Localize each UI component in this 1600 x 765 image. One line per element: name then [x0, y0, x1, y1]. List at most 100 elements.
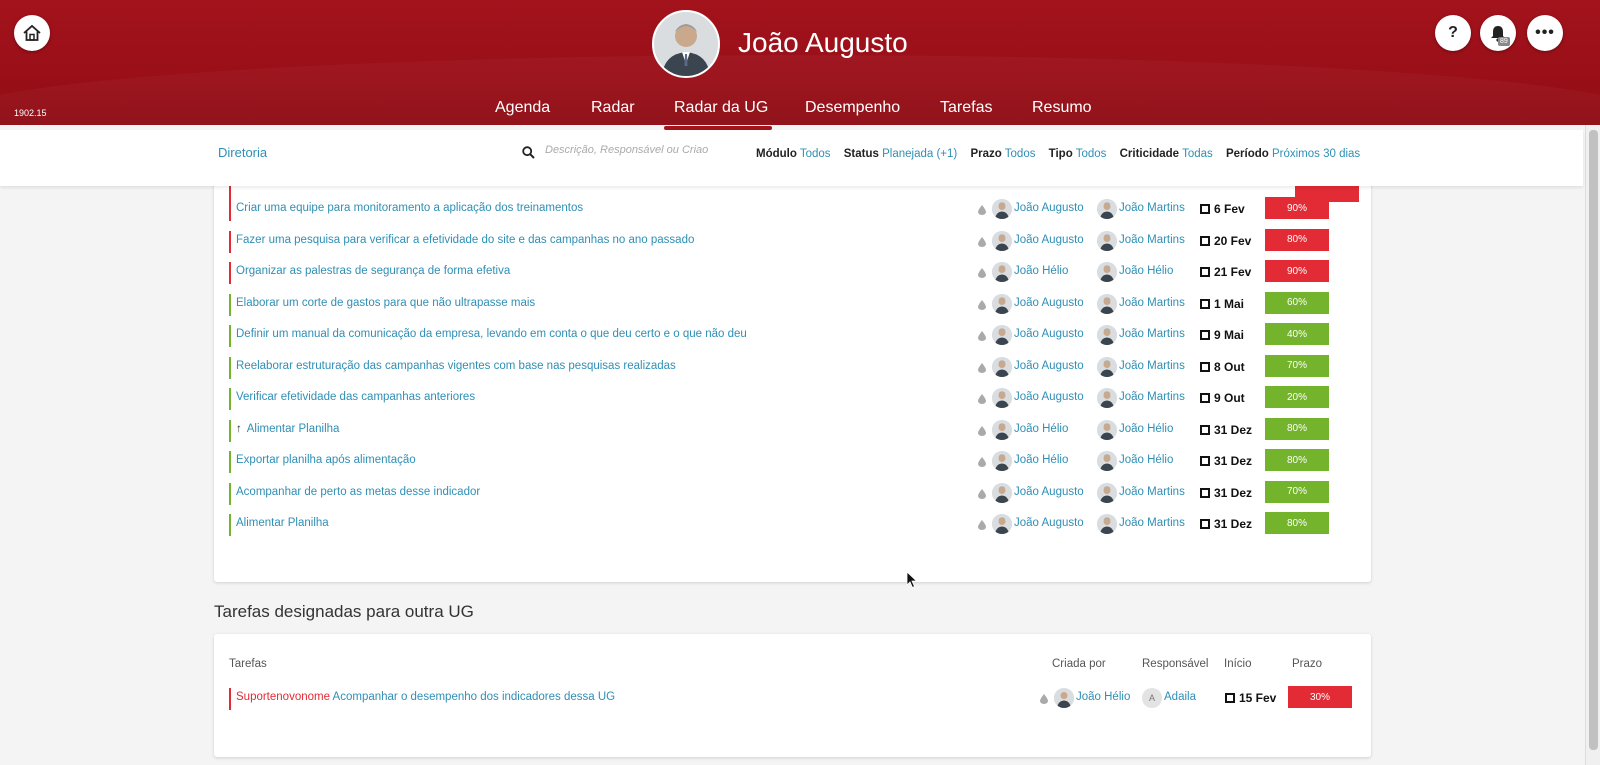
task-text: Acompanhar o desempenho dos indicadores … [332, 691, 616, 703]
task-text: Reelaborar estruturação das campanhas vi… [236, 359, 676, 372]
table-row[interactable]: Organizar as palestras de segurança de f… [214, 260, 1371, 284]
filter-periodo[interactable]: Período Próximos 30 dias [1226, 148, 1360, 160]
section-title: Tarefas designadas para outra UG [214, 602, 474, 621]
filter-modulo[interactable]: Módulo Todos [756, 148, 831, 160]
more-options-button[interactable]: ••• [1527, 15, 1563, 51]
avatar-icon [1097, 262, 1117, 282]
avatar-icon [1097, 230, 1117, 251]
avatar-icon [1097, 293, 1117, 314]
start-date: 15 Fev [1239, 691, 1277, 705]
table-row[interactable]: ↑ Alimentar Planilha João Hélio João Hélio 3… [214, 417, 1371, 442]
filter-status[interactable]: Status Planejada (+1) [844, 148, 957, 160]
nav-radar-ug[interactable]: Radar da UG [674, 99, 768, 117]
task-title[interactable]: Elaborar um corte de gastos para que não… [236, 297, 535, 309]
calendar-icon [1200, 393, 1210, 403]
creator-name[interactable]: João Augusto [1014, 234, 1084, 246]
responsible-name[interactable]: João Martins [1119, 202, 1185, 214]
task-title[interactable]: Organizar as palestras de segurança de f… [236, 265, 510, 277]
table-row[interactable]: Criar uma equipe para monitoramento a ap… [214, 197, 1371, 221]
avatar-icon [1097, 356, 1117, 377]
responsible-name[interactable]: João Hélio [1119, 265, 1173, 277]
deadline-date: 1 Mai [1214, 296, 1245, 311]
table-row[interactable]: Alimentar Planilha João Augusto João Marti… [214, 512, 1371, 536]
creator-name[interactable]: João Augusto [1014, 202, 1084, 214]
table-row[interactable]: Verificar efetividade das campanhas ante… [214, 386, 1371, 410]
table-row[interactable]: Fazer uma pesquisa para verificar a efet… [214, 228, 1371, 253]
responsible-name[interactable]: João Martins [1119, 328, 1185, 340]
nav-agenda[interactable]: Agenda [495, 99, 550, 117]
nav-radar[interactable]: Radar [591, 99, 635, 117]
notifications-button[interactable]: 89 [1480, 15, 1516, 51]
deadline-date: 9 Mai [1214, 328, 1245, 342]
table-row[interactable]: Elaborar um corte de gastos para que não… [214, 291, 1371, 316]
responsible-name[interactable]: João Martins [1119, 517, 1185, 529]
filter-label: Módulo [756, 148, 797, 160]
creator-avatar [992, 199, 1012, 219]
search-input[interactable] [545, 144, 735, 156]
filter-criticidade[interactable]: Criticidade Todas [1120, 148, 1213, 160]
responsible-name[interactable]: João Martins [1119, 486, 1185, 498]
user-avatar[interactable] [652, 10, 720, 78]
home-button[interactable] [14, 15, 50, 51]
help-button[interactable]: ? [1435, 15, 1471, 51]
table-row[interactable]: Suportenovonome Acompanhar o desempenho … [214, 686, 1371, 710]
task-title[interactable]: Criar uma equipe para monitoramento a ap… [236, 202, 583, 214]
creator-name[interactable]: João Augusto [1014, 360, 1084, 372]
creator-avatar [992, 514, 1012, 534]
responsible-name[interactable]: João Hélio [1119, 454, 1173, 466]
task-title[interactable]: Suportenovonome Acompanhar o desempenho … [236, 691, 615, 703]
nav-tarefas[interactable]: Tarefas [940, 99, 992, 117]
percent-badge: 80% [1265, 449, 1329, 471]
col-start-header: Início [1224, 658, 1252, 670]
deadline-date: 9 Out [1214, 391, 1245, 405]
page-scrollbar[interactable] [1585, 125, 1600, 765]
percent-badge: 30% [1288, 686, 1352, 708]
avatar-icon [992, 451, 1012, 471]
task-title[interactable]: Acompanhar de perto as metas desse indic… [236, 486, 480, 498]
nav-resumo[interactable]: Resumo [1032, 99, 1092, 117]
status-bar [229, 199, 231, 221]
creator-name[interactable]: João Augusto [1014, 517, 1084, 529]
creator-name[interactable]: João Augusto [1014, 391, 1084, 403]
responsible-avatar [1097, 325, 1117, 345]
responsible-avatar [1097, 199, 1117, 219]
scrollbar-thumb[interactable] [1589, 130, 1598, 750]
creator-name[interactable]: João Augusto [1014, 328, 1084, 340]
creator-name[interactable]: João Hélio [1014, 265, 1068, 277]
drop-icon [978, 299, 986, 310]
task-text: Verificar efetividade das campanhas ante… [236, 391, 476, 403]
responsible-name[interactable]: João Martins [1119, 391, 1185, 403]
table-row[interactable]: Acompanhar de perto as metas desse indic… [214, 480, 1371, 505]
unit-selector[interactable]: Diretoria [218, 145, 267, 160]
task-title[interactable]: Reelaborar estruturação das campanhas vi… [236, 360, 676, 372]
nav-desempenho[interactable]: Desempenho [805, 99, 900, 117]
responsible-name[interactable]: João Martins [1119, 234, 1185, 246]
filter-tipo[interactable]: Tipo Todos [1049, 148, 1107, 160]
task-title[interactable]: Alimentar Planilha [236, 517, 329, 529]
percent-badge: 40% [1265, 323, 1329, 345]
task-title[interactable]: Fazer uma pesquisa para verificar a efet… [236, 234, 694, 246]
filter-prazo[interactable]: Prazo Todos [970, 148, 1035, 160]
avatar-icon [992, 388, 1012, 408]
search-icon [522, 146, 535, 159]
creator-name[interactable]: João Augusto [1014, 486, 1084, 498]
table-row[interactable]: Reelaborar estruturação das campanhas vi… [214, 354, 1371, 379]
responsible-name[interactable]: João Martins [1119, 297, 1185, 309]
table-row[interactable]: Definir um manual da comunicação da empr… [214, 323, 1371, 347]
avatar-icon [992, 262, 1012, 282]
creator-name[interactable]: João Hélio [1014, 454, 1068, 466]
task-title[interactable]: ↑ Alimentar Planilha [236, 423, 339, 435]
creator-name[interactable]: João Hélio [1076, 691, 1130, 703]
table-row[interactable]: Exportar planilha após alimentação João H… [214, 449, 1371, 473]
responsible-name[interactable]: Adaila [1164, 691, 1196, 703]
task-title[interactable]: Definir um manual da comunicação da empr… [236, 328, 747, 340]
responsible-name[interactable]: João Hélio [1119, 423, 1173, 435]
task-title[interactable]: Exportar planilha após alimentação [236, 454, 416, 466]
deadline-date: 31 Dez [1214, 517, 1253, 531]
deadline-date: 31 Dez [1214, 422, 1253, 437]
creator-name[interactable]: João Augusto [1014, 297, 1084, 309]
responsible-name[interactable]: João Martins [1119, 360, 1185, 372]
task-title[interactable]: Verificar efetividade das campanhas ante… [236, 391, 475, 403]
drop-icon [1040, 694, 1048, 704]
creator-name[interactable]: João Hélio [1014, 423, 1068, 435]
